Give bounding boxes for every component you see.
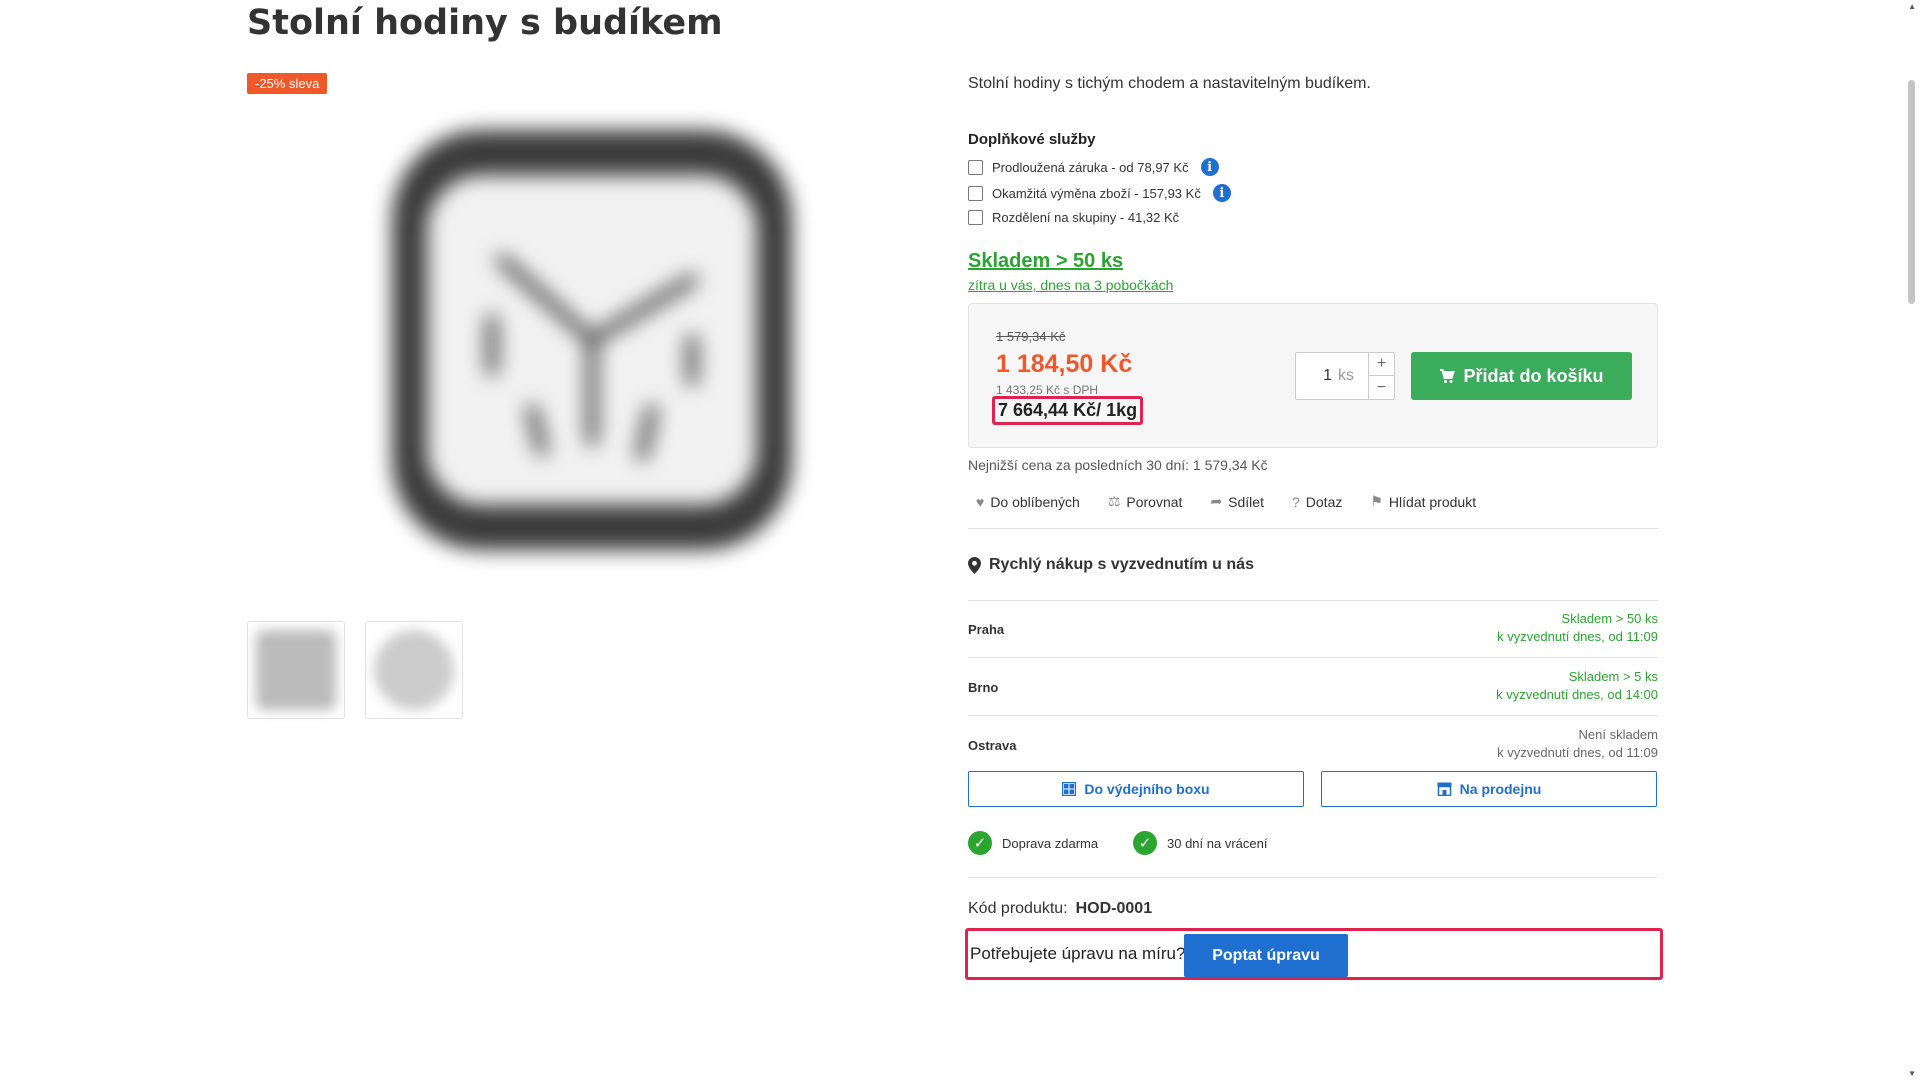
price-box: 1 579,34 Kč 1 184,50 Kč 1 433,25 Kč s DP… (968, 303, 1658, 448)
page-title: Stolní hodiny s budíkem (247, 3, 723, 43)
quantity-unit: ks (1338, 367, 1354, 384)
action-label: Do oblíbených (990, 493, 1080, 510)
perk-return-policy: ✓ 30 dní na vrácení (1133, 831, 1267, 855)
pickup-store-label: Na prodejnu (1459, 781, 1542, 797)
addon-checkbox[interactable] (968, 210, 983, 225)
info-icon[interactable]: i (1212, 184, 1231, 202)
branch-status: Není skladem k vyzvednutí dnes, od 11:09 (1497, 726, 1658, 762)
perk-free-shipping: ✓ Doprava zdarma (968, 831, 1098, 855)
addon-checkbox[interactable] (968, 185, 983, 201)
branch-row: Brno Skladem > 5 ks k vyzvednutí dnes, o… (968, 659, 1658, 716)
watch-icon: ⚑ (1370, 493, 1383, 509)
divider (968, 877, 1658, 878)
branch-stock: Skladem > 50 ks (1561, 611, 1658, 626)
branch-name: Ostrava (968, 738, 1017, 753)
addon-label: Rozdělení na skupiny - 41,32 Kč (992, 210, 1180, 225)
addon-group-split[interactable]: Rozdělení na skupiny - 41,32 Kč (968, 210, 1179, 225)
info-icon[interactable]: i (1200, 158, 1219, 176)
favorite-button[interactable]: ♥ Do oblíbených (976, 493, 1080, 510)
add-to-cart-label: Přidat do košíku (1463, 365, 1604, 386)
addon-label: Prodloužená záruka - od 78,97 Kč (992, 159, 1189, 175)
branch-row: Praha Skladem > 50 ks k vyzvednutí dnes,… (968, 601, 1658, 658)
pickup-box-label: Do výdejního boxu (1084, 781, 1210, 797)
custom-request-button[interactable]: Poptat úpravu (1184, 934, 1348, 977)
product-description: Stolní hodiny s tichým chodem a nastavit… (968, 75, 1371, 92)
pickup-title-text: Rychlý nákup s vyzvednutím u nás (989, 556, 1254, 573)
scroll-down-icon[interactable]: ▼ (1908, 1069, 1916, 1078)
question-icon: ? (1291, 493, 1300, 510)
addon-label: Okamžitá výměna zboží - 157,93 Kč (992, 185, 1201, 201)
scroll-thumb[interactable] (1908, 80, 1915, 304)
scrollbar[interactable]: ▲ ▼ (1903, 0, 1920, 1080)
addons-title: Doplňkové služby (968, 131, 1096, 148)
branch-row: Ostrava Není skladem k vyzvednutí dnes, … (968, 717, 1658, 774)
plus-icon[interactable]: + (1369, 353, 1394, 376)
branch-pickup-time: k vyzvednutí dnes, od 11:09 (1497, 745, 1658, 760)
cart-icon (1440, 369, 1456, 383)
thumbnail-list (247, 621, 463, 719)
addon-checkbox[interactable] (968, 159, 983, 175)
perk-label: 30 dní na vrácení (1167, 835, 1268, 851)
pickup-title: Rychlý nákup s vyzvednutím u nás (968, 556, 1254, 574)
branch-pickup-time: k vyzvednutí dnes, od 14:00 (1496, 687, 1658, 702)
delivery-info-link[interactable]: zítra u vás, dnes na 3 pobočkách (968, 277, 1173, 293)
clock-image (392, 130, 792, 550)
old-price: 1 579,34 Kč (996, 329, 1066, 344)
product-code: Kód produktu: HOD-0001 (968, 900, 1152, 918)
pickup-box-button[interactable]: Do výdejního boxu (968, 771, 1304, 807)
store-icon (1437, 782, 1452, 796)
lowest-price-note: Nejnižší cena za posledních 30 dní: 1 57… (968, 457, 1268, 473)
thumbnail-2[interactable] (365, 621, 463, 719)
add-to-cart-button[interactable]: Přidat do košíku (1411, 352, 1632, 400)
compare-button[interactable]: ⚖ Porovnat (1108, 493, 1183, 510)
addon-extended-warranty[interactable]: Prodloužená záruka - od 78,97 Kč i (968, 158, 1219, 176)
current-price: 1 184,50 Kč (996, 350, 1133, 378)
custom-request-box: Potřebujete úpravu na míru? Poptat úprav… (965, 928, 1663, 980)
perk-label: Doprava zdarma (1002, 835, 1099, 851)
quantity-value[interactable]: 1 (1323, 367, 1332, 385)
minus-icon[interactable]: − (1369, 376, 1394, 399)
scroll-up-icon[interactable]: ▲ (1908, 2, 1916, 11)
branch-stock: Skladem > 5 ks (1568, 669, 1658, 684)
unit-price: 7 664,44 Kč/ 1kg (992, 396, 1144, 425)
scale-icon: ⚖ (1107, 493, 1121, 509)
divider (968, 528, 1658, 529)
quantity-stepper[interactable]: 1 ks + − (1295, 352, 1395, 400)
watch-product-button[interactable]: ⚑ Hlídat produkt (1370, 493, 1476, 510)
branch-status: Skladem > 50 ks k vyzvednutí dnes, od 11… (1497, 610, 1658, 646)
product-code-label: Kód produktu: (968, 900, 1068, 917)
pickup-store-button[interactable]: Na prodejnu (1321, 771, 1657, 807)
action-label: Sdílet (1228, 493, 1264, 510)
stock-status-link[interactable]: Skladem > 50 ks (968, 250, 1123, 273)
share-icon: ➦ (1210, 493, 1223, 509)
branch-name: Praha (968, 622, 1005, 637)
grid-box-icon (1062, 782, 1077, 796)
branch-name: Brno (968, 680, 999, 695)
addon-instant-exchange[interactable]: Okamžitá výměna zboží - 157,93 Kč i (968, 184, 1231, 202)
price-with-vat: 1 433,25 Kč s DPH (996, 383, 1099, 397)
product-gallery: -25% sleva (247, 70, 867, 730)
check-icon: ✓ (1133, 831, 1157, 855)
heart-icon: ♥ (976, 493, 985, 510)
product-main-image[interactable] (357, 80, 827, 600)
branch-pickup-time: k vyzvednutí dnes, od 11:09 (1497, 629, 1658, 644)
action-label: Porovnat (1126, 493, 1183, 510)
product-code-value: HOD-0001 (1075, 900, 1153, 917)
share-button[interactable]: ➦ Sdílet (1210, 493, 1264, 510)
branch-stock: Není skladem (1578, 727, 1658, 742)
check-icon: ✓ (968, 831, 992, 855)
action-label: Dotaz (1305, 493, 1343, 510)
product-actions: ♥ Do oblíbených ⚖ Porovnat ➦ Sdílet ? Do… (976, 493, 1476, 510)
question-button[interactable]: ? Dotaz (1292, 493, 1342, 510)
thumbnail-1[interactable] (247, 621, 345, 719)
action-label: Hlídat produkt (1388, 493, 1477, 510)
discount-badge: -25% sleva (247, 73, 328, 94)
map-pin-icon (968, 556, 981, 574)
branch-status: Skladem > 5 ks k vyzvednutí dnes, od 14:… (1496, 668, 1658, 704)
quantity-buttons: + − (1368, 353, 1394, 399)
custom-request-question: Potřebujete úpravu na míru? (970, 944, 1186, 963)
